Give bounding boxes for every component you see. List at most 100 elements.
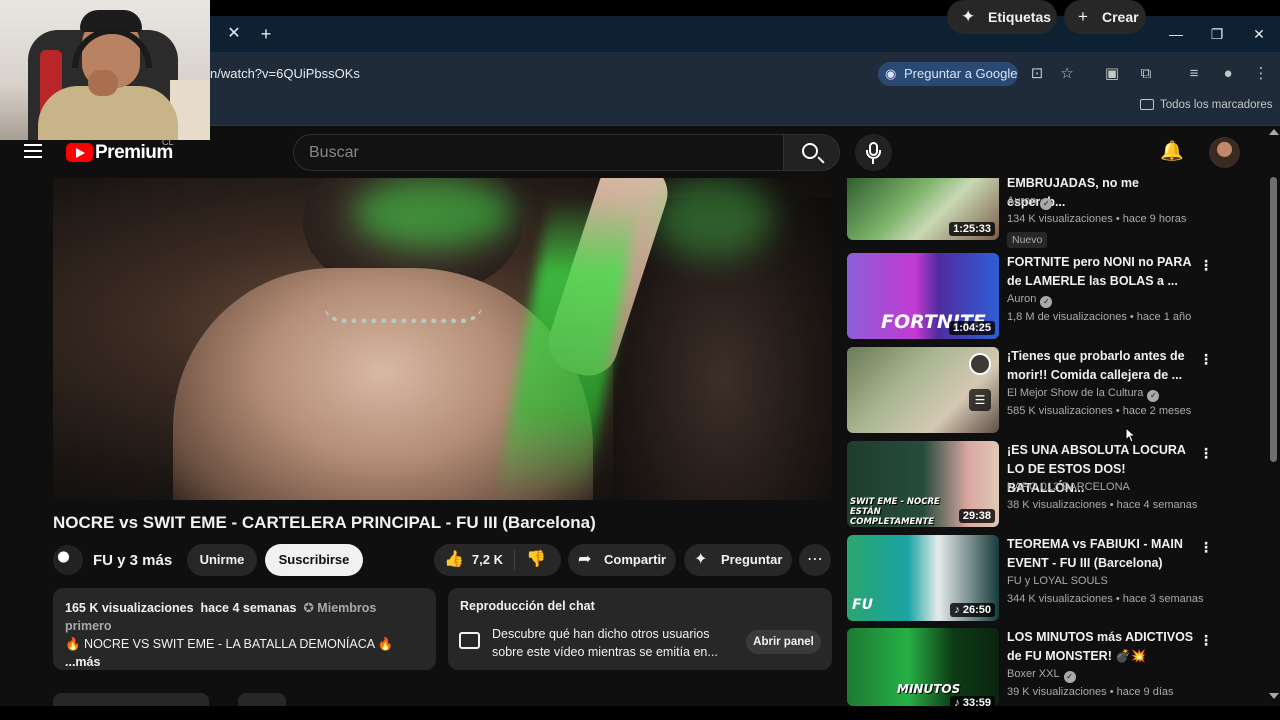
channel-name[interactable]: FU y 3 más bbox=[93, 552, 172, 569]
add-to-queue-icon[interactable]: ☰ bbox=[969, 389, 991, 411]
video-thumbnail[interactable]: 1:25:33 bbox=[847, 178, 999, 240]
more-options-icon[interactable]: ⋮ bbox=[1199, 257, 1213, 273]
necklace bbox=[323, 303, 483, 323]
labels-button[interactable]: ✦ Etiquetas bbox=[947, 0, 1057, 34]
page-scrollbar[interactable] bbox=[1268, 127, 1280, 706]
video-player[interactable] bbox=[53, 178, 832, 500]
create-button[interactable]: + Crear bbox=[1064, 0, 1146, 34]
description-box[interactable]: 165 K visualizaciones hace 4 semanas ✪ M… bbox=[53, 588, 436, 670]
channel-label: KAPO 013 BARCELONA bbox=[1007, 481, 1130, 493]
bookmark-folder-icon bbox=[1140, 99, 1154, 110]
upload-date: hace 4 semanas bbox=[200, 601, 297, 615]
account-avatar[interactable] bbox=[1209, 137, 1240, 168]
browser-menu-icon[interactable]: ⋮ bbox=[1250, 63, 1272, 85]
thumbs-down-icon: 👎 bbox=[526, 551, 546, 568]
ask-button[interactable]: ✦ Preguntar bbox=[684, 544, 792, 576]
all-bookmarks-label: Todos los marcadores bbox=[1160, 99, 1273, 111]
green-glow-right bbox=[653, 178, 773, 258]
chat-icon bbox=[459, 632, 480, 649]
recommendation-title[interactable]: LOS MINUTOS más ADICTIVOS de FU MONSTER!… bbox=[1007, 628, 1197, 666]
watch-later-icon[interactable] bbox=[969, 353, 991, 375]
bookmark-star-icon[interactable]: ☆ bbox=[1056, 63, 1078, 85]
recommendation-item[interactable]: ☰ ¡Tienes que probarlo antes de morir!! … bbox=[847, 347, 1213, 435]
folder-icon[interactable]: ▣ bbox=[1101, 63, 1123, 85]
video-thumbnail[interactable]: MINUTOS ♪ 33:59 bbox=[847, 628, 999, 706]
recommendation-channel[interactable]: Auron ✓ bbox=[1007, 195, 1053, 210]
recommendation-item[interactable]: FU ♪ 26:50 TEOREMA vs FABIUKI - MAIN EVE… bbox=[847, 535, 1213, 623]
minimize-button[interactable]: — bbox=[1164, 24, 1188, 44]
recommendation-channel[interactable]: Boxer XXL ✓ bbox=[1007, 668, 1076, 683]
menu-icon[interactable] bbox=[24, 144, 42, 158]
search-button[interactable] bbox=[783, 134, 840, 171]
recommendation-channel[interactable]: KAPO 013 BARCELONA bbox=[1007, 481, 1130, 493]
recommendation-item[interactable]: SWIT EME - NOCRE ESTÁN COMPLETAMENTE LOC… bbox=[847, 441, 1213, 529]
more-actions-icon[interactable]: ⋯ bbox=[799, 544, 831, 576]
install-app-icon[interactable]: ⊡ bbox=[1026, 63, 1048, 85]
recommendation-channel[interactable]: FU y LOYAL SOULS bbox=[1007, 575, 1108, 587]
channel-label: El Mejor Show de la Cultura bbox=[1007, 387, 1144, 399]
chat-replay-box: Reproducción del chat Descubre qué han d… bbox=[448, 588, 832, 670]
channel-label: FU y LOYAL SOULS bbox=[1007, 575, 1108, 587]
search-input[interactable] bbox=[294, 135, 783, 170]
more-options-icon[interactable]: ⋮ bbox=[1199, 539, 1213, 555]
verified-icon: ✓ bbox=[1040, 198, 1053, 210]
tab-close-icon[interactable]: ✕ bbox=[224, 24, 244, 44]
verified-icon: ✓ bbox=[1040, 296, 1053, 308]
duration-badge: 1:04:25 bbox=[949, 321, 995, 335]
thumbnail-text: MINUTOS bbox=[897, 682, 961, 696]
more-options-icon[interactable]: ⋮ bbox=[1199, 632, 1213, 648]
like-button[interactable]: 👍 7,2 K bbox=[444, 544, 503, 576]
share-label: Compartir bbox=[604, 552, 667, 567]
recommendation-title[interactable]: ¡Tienes que probarlo antes de morir!! Co… bbox=[1007, 347, 1197, 385]
recommendation-title[interactable]: FORTNITE pero NONI no PARA de LAMERLE la… bbox=[1007, 253, 1197, 291]
extensions-icon[interactable]: ⧉ bbox=[1135, 63, 1157, 85]
open-panel-button[interactable]: Abrir panel bbox=[746, 630, 821, 654]
new-tab-button[interactable]: + bbox=[256, 24, 276, 44]
channel-avatar[interactable] bbox=[53, 545, 83, 575]
url-field[interactable]: n/watch?v=6QUiPbssOKs bbox=[210, 66, 360, 81]
scroll-up-arrow-icon[interactable] bbox=[1269, 129, 1279, 135]
video-thumbnail[interactable]: FORTNITE 1:04:25 bbox=[847, 253, 999, 339]
profile-icon[interactable]: ● bbox=[1217, 63, 1239, 85]
recommendation-title[interactable]: TEOREMA vs FABIUKI - MAIN EVENT - FU III… bbox=[1007, 535, 1197, 573]
ask-google-button[interactable]: ◉ Preguntar a Google bbox=[878, 62, 1018, 86]
restore-button[interactable]: ❐ bbox=[1205, 24, 1229, 44]
close-window-button[interactable]: ✕ bbox=[1247, 24, 1271, 44]
scroll-down-arrow-icon[interactable] bbox=[1269, 693, 1279, 699]
video-thumbnail[interactable]: SWIT EME - NOCRE ESTÁN COMPLETAMENTE LOC… bbox=[847, 441, 999, 527]
join-button[interactable]: Unirme bbox=[187, 544, 257, 576]
thumbs-up-icon: 👍 bbox=[444, 551, 464, 568]
like-divider bbox=[514, 550, 515, 570]
voice-search-button[interactable] bbox=[855, 134, 892, 171]
recommendation-item[interactable]: MINUTOS ♪ 33:59 LOS MINUTOS más ADICTIVO… bbox=[847, 628, 1213, 716]
chat-replay-text: Descubre qué han dicho otros usuarios so… bbox=[492, 627, 718, 659]
media-control-icon[interactable]: ≡ bbox=[1183, 63, 1205, 85]
recommendation-item[interactable]: FORTNITE 1:04:25 FORTNITE pero NONI no P… bbox=[847, 253, 1213, 341]
chat-replay-title: Reproducción del chat bbox=[460, 599, 595, 613]
all-bookmarks-button[interactable]: Todos los marcadores bbox=[1140, 99, 1273, 111]
recommendation-channel[interactable]: El Mejor Show de la Cultura ✓ bbox=[1007, 387, 1160, 402]
duration-badge: ♪ 33:59 bbox=[950, 696, 995, 706]
labels-button-label: Etiquetas bbox=[988, 9, 1052, 25]
video-thumbnail[interactable]: ☰ bbox=[847, 347, 999, 433]
recommendation-channel[interactable]: Auron ✓ bbox=[1007, 293, 1053, 308]
notifications-bell-icon[interactable]: 🔔 bbox=[1160, 140, 1184, 164]
plus-icon: + bbox=[1078, 7, 1088, 26]
create-button-label: Crear bbox=[1102, 9, 1139, 25]
video-title: NOCRE vs SWIT EME - CARTELERA PRINCIPAL … bbox=[53, 513, 596, 532]
search-icon bbox=[802, 143, 818, 159]
share-button[interactable]: ➦ Compartir bbox=[568, 544, 676, 576]
dislike-button[interactable]: 👎 bbox=[526, 544, 546, 576]
duration-badge: 1:25:33 bbox=[949, 222, 995, 236]
subscribe-button[interactable]: Suscribirse bbox=[265, 544, 363, 576]
scrollbar-thumb[interactable] bbox=[1270, 177, 1277, 462]
search-box bbox=[293, 134, 784, 171]
video-thumbnail[interactable]: FU ♪ 26:50 bbox=[847, 535, 999, 621]
more-options-icon[interactable]: ⋮ bbox=[1199, 445, 1213, 461]
more-options-icon[interactable]: ⋮ bbox=[1199, 351, 1213, 367]
youtube-logo-icon[interactable] bbox=[66, 143, 93, 162]
show-more-link[interactable]: ...más bbox=[65, 653, 424, 671]
channel-label: Boxer XXL bbox=[1007, 668, 1060, 680]
description-line: 🔥 NOCRE VS SWIT EME - LA BATALLA DEMONÍA… bbox=[65, 637, 394, 651]
thumbnail-text: SWIT EME - NOCRE ESTÁN COMPLETAMENTE LOC… bbox=[850, 497, 940, 527]
